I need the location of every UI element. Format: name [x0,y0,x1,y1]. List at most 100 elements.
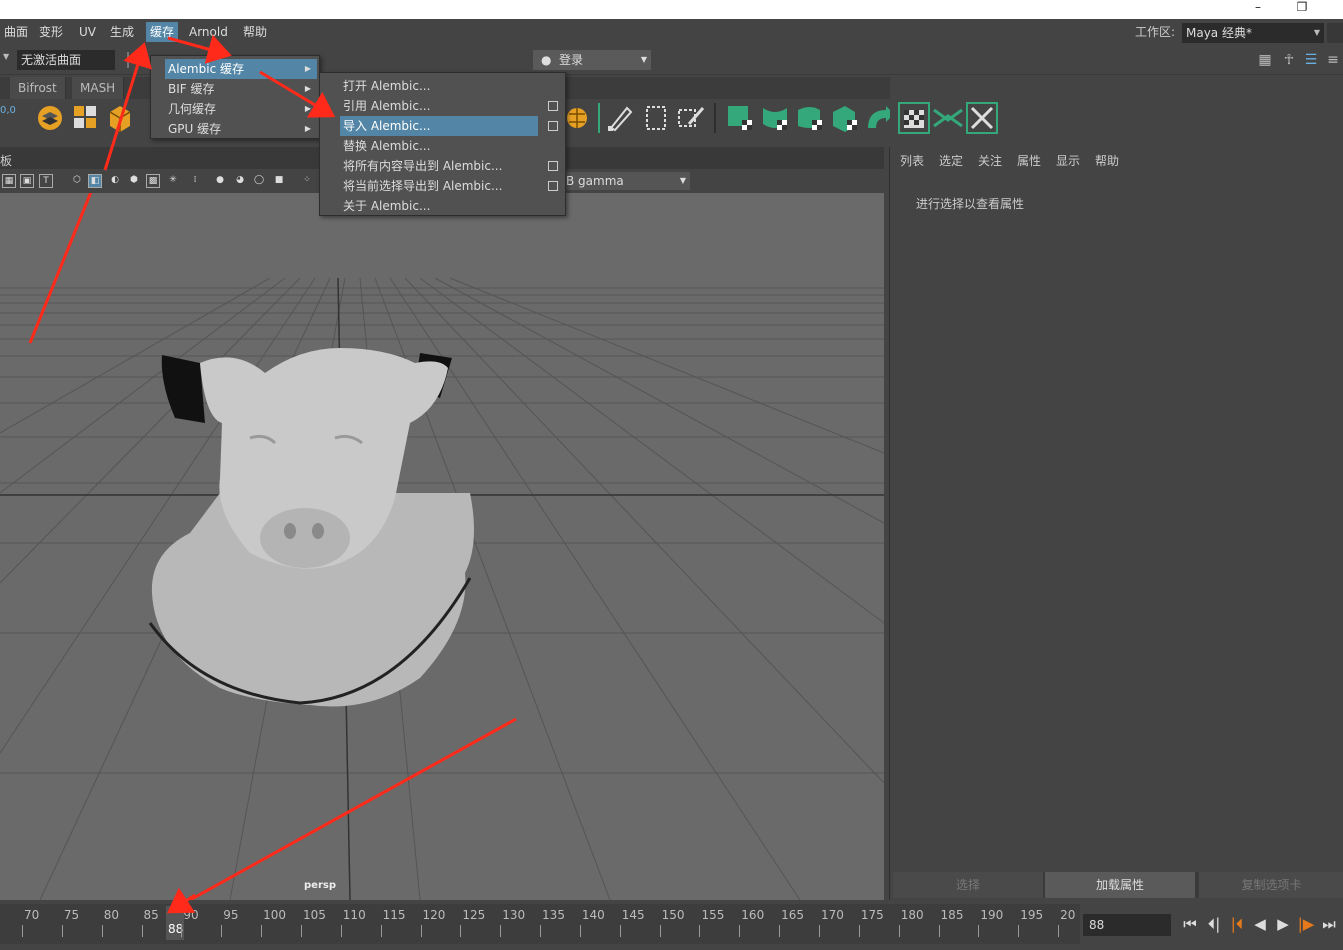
xray-icon[interactable]: ⁘ [300,174,314,188]
attr-menu-focus[interactable]: 关注 [978,152,1002,169]
menu-help[interactable]: 帮助 [239,22,271,42]
step-back-frame-icon[interactable]: |⏴ [1226,912,1248,936]
uv-editor-icon[interactable] [898,102,930,134]
menu-generate[interactable]: 生成 [106,22,138,42]
submenu-arrow-icon: ▶ [304,124,311,133]
timeline-tick [500,925,502,937]
play-forward-icon[interactable]: ▶ [1272,912,1294,936]
pig-head-model[interactable] [148,348,474,707]
annotation-arrow [189,717,517,900]
menu-cache[interactable]: 缓存 [146,22,179,42]
timeline-tick [261,925,263,937]
menu-item-about-alembic[interactable]: 关于 Alembic... [340,196,558,216]
tab-bifrost[interactable]: Bifrost [10,77,66,99]
tab-mash[interactable]: MASH [72,77,125,99]
option-box-icon[interactable] [548,121,558,131]
menu-item-replace-alembic[interactable]: 替换 Alembic... [340,136,558,156]
option-box-icon[interactable] [548,161,558,171]
workspace-select[interactable]: Maya 经典* ▼ [1182,23,1324,43]
shadows-icon[interactable]: ⁞ [188,174,202,188]
attr-menu-list[interactable]: 列表 [900,152,924,169]
go-to-start-icon[interactable]: ⏮ [1179,912,1201,936]
timeline-tick-label: 115 [382,908,406,922]
edit-box-icon[interactable] [675,102,707,134]
attribute-editor-toggle-icon[interactable]: ☰ [1301,50,1321,70]
option-box-icon[interactable] [548,101,558,111]
separator [127,52,129,68]
menu-item-export-all-alembic[interactable]: 将所有内容导出到 Alembic... [340,156,558,176]
box-icon[interactable] [104,102,136,134]
sphere-stack-icon[interactable] [34,102,66,134]
copy-tab-button[interactable]: 复制选项卡 [1199,872,1343,898]
uv-cut-icon[interactable] [966,102,998,134]
color-space-field[interactable]: B gamma ▼ [560,172,690,190]
timeline-tick-label: 190 [980,908,1004,922]
ambient-occlusion-icon[interactable]: ● [213,174,227,188]
step-back-key-icon[interactable]: ⏴| [1203,912,1225,936]
menu-deform[interactable]: 变形 [35,22,67,42]
wireframe-icon[interactable]: ⬡ [70,174,84,188]
timeline-tick-label: 180 [900,908,924,922]
attr-menu-help[interactable]: 帮助 [1095,152,1119,169]
chevron-down-icon[interactable]: ▼ [3,52,9,61]
modeling-toolkit-icon[interactable]: ▦ [1255,50,1275,70]
attr-menu-selected[interactable]: 选定 [939,152,963,169]
attr-menu-show[interactable]: 显示 [1056,152,1080,169]
uv-plane-icon[interactable] [724,102,756,134]
menu-item-alembic-cache[interactable]: Alembic 缓存 ▶ [165,59,317,79]
selection-mode-field[interactable]: 无激活曲面 [17,50,115,70]
timeline-tick [619,925,621,937]
menu-surfaces[interactable]: 曲面 [0,22,32,42]
anti-alias-icon[interactable]: ◯ [252,174,266,188]
3d-viewport[interactable]: persp [0,193,884,900]
menu-item-reference-alembic[interactable]: 引用 Alembic... [340,96,558,116]
uv-cylinder-icon[interactable] [759,102,791,134]
step-forward-key-icon[interactable]: |▶ [1295,912,1317,936]
go-to-end-icon[interactable]: ⏭ [1318,912,1340,936]
menu-item-geometry-cache[interactable]: 几何缓存 ▶ [165,99,317,119]
channel-box-icon[interactable]: ≡ [1323,50,1343,70]
menu-item-label: Alembic 缓存 [168,62,244,76]
menu-item-bif-cache[interactable]: BIF 缓存 ▶ [165,79,317,99]
workspace-scroll[interactable] [1327,23,1343,43]
restore-icon[interactable]: ❐ [1282,0,1322,19]
menu-item-open-alembic[interactable]: 打开 Alembic... [340,76,558,96]
play-backward-icon[interactable]: ◀ [1249,912,1271,936]
login-field[interactable]: ● 登录 ▼ [533,50,651,70]
sphere-texture-icon[interactable] [563,102,595,134]
menu-uv[interactable]: UV [75,22,100,42]
pen-tool-icon[interactable] [605,102,637,134]
submenu-arrow-icon: ▶ [304,104,311,113]
time-slider[interactable]: 88 70 75 80 85 90 95 100 105 110 115 120 125 130 135 1… [0,904,1080,944]
load-attributes-button[interactable]: 加载属性 [1045,872,1195,898]
textured-icon[interactable]: ▩ [146,174,160,188]
uv-sphere-icon[interactable] [794,102,826,134]
menu-item-gpu-cache[interactable]: GPU 缓存 ▶ [165,119,317,139]
image-plane-icon[interactable]: ▣ [20,174,34,188]
timeline-tick [779,925,781,937]
option-box-icon[interactable] [548,181,558,191]
isolate-select-icon[interactable]: ■ [272,174,286,188]
attr-menu-attributes[interactable]: 属性 [1017,152,1041,169]
smooth-shade-icon[interactable]: ◧ [88,174,102,188]
text-icon[interactable]: T [39,174,53,188]
current-frame-field[interactable]: 88 [1083,914,1171,936]
timeline-tick-label: 170 [821,908,844,922]
menu-item-import-alembic[interactable]: 导入 Alembic... [340,116,538,136]
wire-on-shaded-icon[interactable]: ⬢ [127,174,141,188]
select-button[interactable]: 选择 [893,872,1043,898]
uv-cube-icon[interactable] [829,102,861,134]
shaded-icon[interactable]: ◐ [108,174,122,188]
minimize-icon[interactable]: – [1238,0,1278,19]
grid-icon[interactable]: ▦ [2,174,16,188]
cubes-icon[interactable] [70,102,102,134]
bounding-box-icon[interactable] [640,102,672,134]
lights-icon[interactable]: ✳ [166,174,180,188]
uv-unfold-icon[interactable] [932,102,964,134]
character-controls-icon[interactable]: ☥ [1279,50,1299,70]
menu-item-export-selection-alembic[interactable]: 将当前选择导出到 Alembic... [340,176,558,196]
motion-blur-icon[interactable]: ◕ [233,174,247,188]
menu-arnold[interactable]: Arnold [185,22,232,42]
timeline-tick [181,925,183,937]
chevron-down-icon: ▼ [640,55,647,64]
